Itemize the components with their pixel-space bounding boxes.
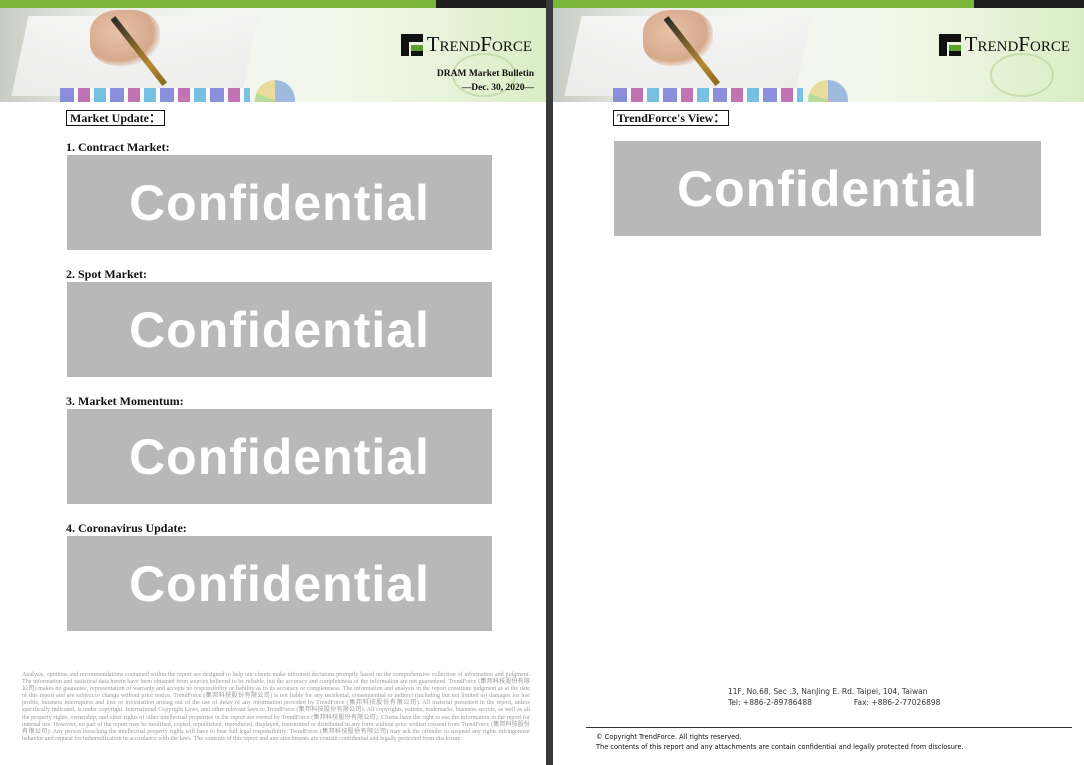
pie-chart-icon (255, 80, 295, 102)
legal-disclaimer: Analysis, opinions and recommendations c… (22, 672, 530, 742)
page-footer: © Copyright TrendForce. All rights reser… (596, 732, 964, 752)
phone-number: Tel: +886-2-89786488 (728, 698, 812, 707)
bulletin-title: DRAM Market Bulletin (436, 69, 534, 79)
copyright-notice: © Copyright TrendForce. All rights reser… (596, 733, 742, 741)
confidential-placeholder: Confidential (67, 282, 492, 377)
bulletin-date: —Dec. 30, 2020— (461, 83, 534, 93)
bulletin-info: DRAM Market Bulletin —Dec. 30, 2020— (437, 67, 534, 95)
market-momentum-heading: 3. Market Momentum: (66, 394, 184, 408)
page-gutter (546, 0, 553, 765)
company-address: 11F, No.68, Sec .3, NanJing E. Rd. Taipe… (728, 686, 940, 708)
fax-number: Fax: +886-2-77026898 (853, 698, 941, 707)
trendforce-logo-icon (400, 33, 423, 56)
contract-market-heading: 1. Contract Market: (66, 140, 170, 154)
spot-market-heading: 2. Spot Market: (66, 267, 147, 281)
banner-chart-strip (60, 88, 250, 102)
report-page-2: TrendForce TrendForce's View： Confidenti… (553, 0, 1084, 765)
header-dark-strip (974, 0, 1084, 8)
header-dark-strip (436, 0, 546, 8)
market-update-heading: Market Update： (66, 110, 165, 126)
trendforce-logo: TrendForce (400, 32, 532, 57)
logo-text: TrendForce (964, 32, 1070, 56)
logo-text: TrendForce (426, 32, 532, 56)
coronavirus-update-heading: 4. Coronavirus Update: (66, 521, 187, 535)
confidentiality-notice: The contents of this report and any atta… (596, 743, 964, 751)
footer-divider (586, 727, 1072, 728)
trendforce-view-heading: TrendForce's View： (613, 110, 730, 126)
address-line: 11F, No.68, Sec .3, NanJing E. Rd. Taipe… (728, 687, 928, 696)
confidential-placeholder: Confidential (614, 141, 1041, 236)
confidential-placeholder: Confidential (67, 409, 492, 504)
header-banner-image: TrendForce (553, 8, 1084, 102)
banner-decoration (990, 53, 1054, 97)
pie-chart-icon (808, 80, 848, 102)
confidential-placeholder: Confidential (67, 155, 492, 250)
confidential-placeholder: Confidential (67, 536, 492, 631)
banner-chart-strip (613, 88, 803, 102)
trendforce-logo-icon (938, 33, 961, 56)
report-page-1: TrendForce DRAM Market Bulletin —Dec. 30… (0, 0, 546, 765)
contact-line: Tel: +886-2-89786488 Fax: +886-2-77026898 (728, 697, 940, 708)
trendforce-logo: TrendForce (938, 32, 1070, 57)
